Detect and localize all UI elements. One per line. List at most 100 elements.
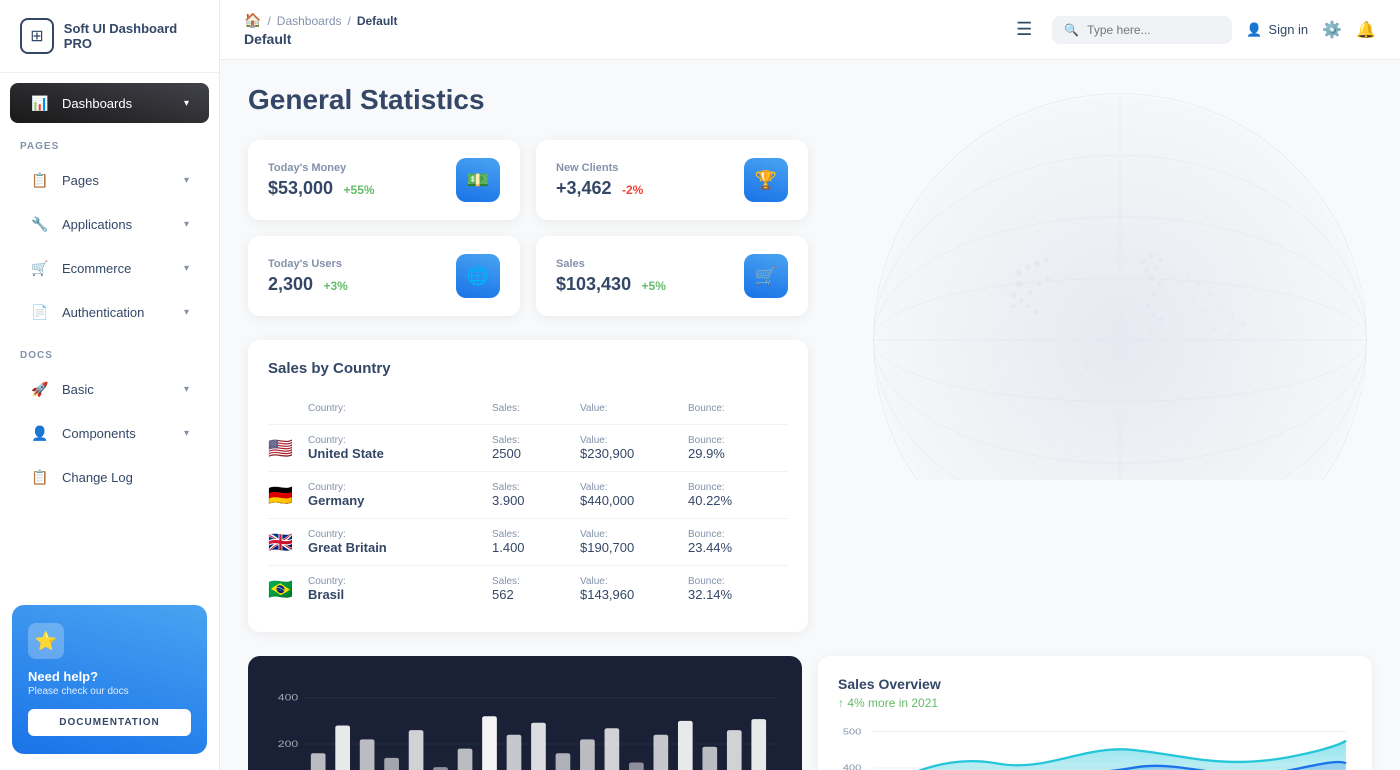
stat-info-sales: Sales $103,430 +5% bbox=[556, 258, 666, 295]
sales-overview-title: Sales Overview bbox=[838, 676, 1352, 692]
stat-change-sales: +5% bbox=[642, 279, 666, 293]
flag-gb: 🇬🇧 bbox=[268, 530, 300, 555]
col-header-bounce: Bounce: bbox=[688, 403, 788, 414]
breadcrumb-sep-1: / bbox=[267, 14, 270, 28]
sidebar-item-components[interactable]: 👤 Components ▾ bbox=[10, 413, 209, 453]
sidebar-logo: ⊞ Soft UI Dashboard PRO bbox=[0, 0, 219, 73]
sales-country-title: Sales by Country bbox=[268, 360, 788, 377]
sidebar: ⊞ Soft UI Dashboard PRO 📊 Dashboards ▾ P… bbox=[0, 0, 220, 770]
country-info-usa: Country: United State bbox=[308, 435, 484, 461]
sidebar-item-label: Authentication bbox=[62, 305, 144, 320]
sidebar-item-authentication[interactable]: 📄 Authentication ▾ bbox=[10, 292, 209, 332]
stat-change-clients: -2% bbox=[622, 183, 643, 197]
content-area: // We'll generate dots via a pattern app… bbox=[220, 60, 1400, 770]
stat-card-users: Today's Users 2,300 +3% 🌐 bbox=[248, 236, 520, 316]
sales-overview-svg: 500 400 bbox=[838, 718, 1352, 770]
sign-in-button[interactable]: 👤 Sign in bbox=[1246, 22, 1308, 38]
bar-chart-svg: 400 200 0 bbox=[268, 684, 782, 770]
arrow-up-icon: ↑ bbox=[838, 696, 844, 710]
sidebar-item-label: Dashboards bbox=[62, 96, 132, 111]
stat-icon-money: 💵 bbox=[456, 158, 500, 202]
value-gb: Value: $190,700 bbox=[580, 529, 680, 555]
basic-icon: 🚀 bbox=[30, 379, 50, 399]
menu-icon[interactable]: ☰ bbox=[1016, 19, 1032, 40]
home-icon: 🏠 bbox=[244, 12, 261, 29]
country-info-gb: Country: Great Britain bbox=[308, 529, 484, 555]
ecommerce-icon: 🛒 bbox=[30, 258, 50, 278]
settings-icon[interactable]: ⚙️ bbox=[1322, 20, 1342, 40]
chevron-down-icon: ▾ bbox=[184, 175, 189, 186]
stat-card-sales: Sales $103,430 +5% 🛒 bbox=[536, 236, 808, 316]
value-brasil: Value: $143,960 bbox=[580, 576, 680, 602]
page-main-title: General Statistics bbox=[248, 84, 1372, 116]
stat-icon-sales: 🛒 bbox=[744, 254, 788, 298]
chevron-down-icon: ▾ bbox=[184, 263, 189, 274]
bounce-usa: Bounce: 29.9% bbox=[688, 435, 788, 461]
country-info-germany: Country: Germany bbox=[308, 482, 484, 508]
help-subtitle: Please check our docs bbox=[28, 686, 191, 697]
col-header-value: Value: bbox=[580, 403, 680, 414]
help-star-icon: ⭐ bbox=[28, 623, 64, 659]
sidebar-item-pages[interactable]: 📋 Pages ▾ bbox=[10, 160, 209, 200]
chevron-down-icon: ▾ bbox=[184, 384, 189, 395]
sidebar-item-label: Components bbox=[62, 426, 136, 441]
svg-text:500: 500 bbox=[843, 728, 862, 737]
sidebar-item-dashboards[interactable]: 📊 Dashboards ▾ bbox=[10, 83, 209, 123]
page-title: Default bbox=[244, 31, 1004, 47]
sidebar-item-applications[interactable]: 🔧 Applications ▾ bbox=[10, 204, 209, 244]
sidebar-item-basic[interactable]: 🚀 Basic ▾ bbox=[10, 369, 209, 409]
sales-overview-subtitle: ↑ 4% more in 2021 bbox=[838, 696, 1352, 710]
country-info-brasil: Country: Brasil bbox=[308, 576, 484, 602]
sales-gb: Sales: 1.400 bbox=[492, 529, 572, 555]
sidebar-item-label: Change Log bbox=[62, 470, 133, 485]
stats-grid: Today's Money $53,000 +55% 💵 New Clients… bbox=[248, 140, 808, 316]
country-table-header: Country: Sales: Value: Bounce: bbox=[268, 393, 788, 425]
sidebar-item-label: Ecommerce bbox=[62, 261, 131, 276]
breadcrumb-current: Default bbox=[357, 14, 398, 28]
stat-change-money: +55% bbox=[344, 183, 375, 197]
table-row: 🇬🇧 Country: Great Britain Sales: 1.400 V… bbox=[268, 519, 788, 566]
chevron-down-icon: ▾ bbox=[184, 307, 189, 318]
table-row: 🇺🇸 Country: United State Sales: 2500 Val… bbox=[268, 425, 788, 472]
breadcrumb-sep-2: / bbox=[348, 14, 351, 28]
sales-overview-card: Sales Overview ↑ 4% more in 2021 500 400 bbox=[818, 656, 1372, 770]
main-area: 🏠 / Dashboards / Default Default ☰ 🔍 👤 S… bbox=[220, 0, 1400, 770]
sidebar-item-ecommerce[interactable]: 🛒 Ecommerce ▾ bbox=[10, 248, 209, 288]
sales-by-country-card: Sales by Country Country: Sales: Value: … bbox=[248, 340, 808, 632]
table-row: 🇧🇷 Country: Brasil Sales: 562 Value: $14… bbox=[268, 566, 788, 612]
topbar-right: 🔍 👤 Sign in ⚙️ 🔔 bbox=[1052, 16, 1376, 44]
sidebar-item-changelog[interactable]: 📋 Change Log bbox=[10, 457, 209, 497]
stat-icon-clients: 🏆 bbox=[744, 158, 788, 202]
flag-brasil: 🇧🇷 bbox=[268, 577, 300, 602]
stat-info-clients: New Clients +3,462 -2% bbox=[556, 162, 643, 199]
help-box: ⭐ Need help? Please check our docs DOCUM… bbox=[12, 605, 207, 754]
sidebar-item-label: Applications bbox=[62, 217, 132, 232]
documentation-button[interactable]: DOCUMENTATION bbox=[28, 709, 191, 736]
stat-value-users: 2,300 +3% bbox=[268, 274, 348, 295]
stat-icon-users: 🌐 bbox=[456, 254, 500, 298]
breadcrumb: 🏠 / Dashboards / Default bbox=[244, 12, 1004, 29]
value-usa: Value: $230,900 bbox=[580, 435, 680, 461]
breadcrumb-dashboards[interactable]: Dashboards bbox=[277, 14, 342, 28]
bounce-germany: Bounce: 40.22% bbox=[688, 482, 788, 508]
sidebar-item-label: Basic bbox=[62, 382, 94, 397]
col-header-country: Country: bbox=[308, 403, 484, 414]
flag-germany: 🇩🇪 bbox=[268, 483, 300, 508]
stat-label-sales: Sales bbox=[556, 258, 666, 270]
docs-section-label: DOCS bbox=[0, 334, 219, 367]
topbar: 🏠 / Dashboards / Default Default ☰ 🔍 👤 S… bbox=[220, 0, 1400, 60]
stat-value-money: $53,000 +55% bbox=[268, 178, 375, 199]
user-icon: 👤 bbox=[1246, 22, 1262, 38]
components-icon: 👤 bbox=[30, 423, 50, 443]
notification-icon[interactable]: 🔔 bbox=[1356, 20, 1376, 40]
svg-text:200: 200 bbox=[278, 739, 298, 749]
chevron-down-icon: ▾ bbox=[184, 98, 189, 109]
search-box[interactable]: 🔍 bbox=[1052, 16, 1232, 44]
stat-info-users: Today's Users 2,300 +3% bbox=[268, 258, 348, 295]
globe-decoration: // We'll generate dots via a pattern app… bbox=[840, 60, 1400, 480]
search-input[interactable] bbox=[1087, 23, 1220, 37]
pages-icon: 📋 bbox=[30, 170, 50, 190]
stat-info-money: Today's Money $53,000 +55% bbox=[268, 162, 375, 199]
sales-usa: Sales: 2500 bbox=[492, 435, 572, 461]
applications-icon: 🔧 bbox=[30, 214, 50, 234]
